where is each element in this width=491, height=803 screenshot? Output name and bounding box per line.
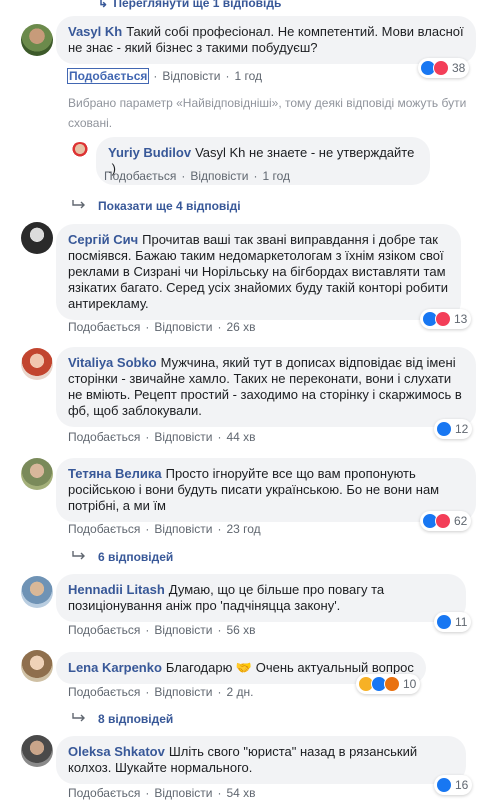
comment-author[interactable]: Yuriy Budilov	[108, 145, 191, 160]
comment-time[interactable]: 23 год	[226, 522, 260, 536]
reactions-badge[interactable]: 38	[418, 58, 470, 78]
view-more-replies-link[interactable]: ↳ Переглянути ще 1 відповідь	[98, 0, 281, 10]
reply-button[interactable]: Відповісти	[154, 786, 212, 800]
comment-bubble: Vitaliya Sobko Мужчина, який тут в дописа…	[56, 347, 476, 427]
comment-actions: Подобається · Відповісти · 2 дн.	[68, 685, 254, 699]
view-replies-link[interactable]: 6 відповідей	[72, 550, 173, 564]
avatar[interactable]	[21, 24, 53, 56]
comment-text: Благодарю 🤝 Очень актуальный вопрос	[165, 660, 414, 675]
show-more-replies-label: Показати ще 4 відповіді	[98, 199, 241, 213]
reactions-badge[interactable]: 12	[434, 419, 473, 439]
comment-text: Такий собі професіонал. Не компетентий. …	[68, 24, 464, 55]
view-replies-label: 8 відповідей	[98, 712, 174, 726]
love-reaction-icon	[435, 311, 451, 327]
comment-actions: Подобається · Відповісти · 26 хв	[68, 320, 256, 334]
view-replies-link[interactable]: 8 відповідей	[72, 712, 173, 726]
comment-bubble: Oleksa Shkatov Шліть свого "юриста" назад…	[56, 736, 466, 784]
reactions-count: 62	[454, 514, 468, 528]
view-replies-label: 6 відповідей	[98, 550, 174, 564]
comment-actions: Подобається · Відповісти · 1 год	[104, 169, 290, 183]
comment-time[interactable]: 26 хв	[226, 320, 255, 334]
reactions-badge[interactable]: 13	[420, 309, 472, 329]
comment-time[interactable]: 56 хв	[226, 623, 255, 637]
reply-button[interactable]: Відповісти	[162, 69, 220, 83]
comment-time[interactable]: 2 дн.	[226, 685, 253, 699]
reply-button[interactable]: Відповісти	[154, 320, 212, 334]
like-reaction-icon	[436, 614, 452, 630]
reactions-badge[interactable]: 16	[434, 775, 473, 795]
avatar[interactable]	[21, 650, 53, 682]
comment-author[interactable]: Lena Karpenko	[68, 660, 162, 675]
like-button[interactable]: Подобається	[68, 320, 140, 334]
comment-author[interactable]: Тетяна Велика	[68, 466, 162, 481]
reactions-count: 12	[455, 422, 469, 436]
comment-actions: Подобається · Відповісти · 54 хв	[68, 786, 256, 800]
avatar[interactable]	[21, 735, 53, 767]
reactions-count: 38	[452, 61, 466, 75]
sorting-notice: Вибрано параметр «Найвідповідніші», тому…	[68, 96, 467, 130]
comment-actions: Подобається · Відповісти · 23 год	[68, 522, 261, 536]
reply-arrow-icon	[72, 712, 86, 722]
show-more-replies-link[interactable]: Показати ще 4 відповіді	[72, 199, 241, 213]
reply-button[interactable]: Відповісти	[154, 685, 212, 699]
reactions-count: 10	[403, 677, 417, 691]
like-button[interactable]: Подобається	[68, 522, 140, 536]
like-reaction-icon	[436, 421, 452, 437]
reactions-count: 13	[454, 312, 468, 326]
comment-bubble: Hennadii Litash Думаю, що це більше про п…	[56, 574, 466, 622]
reactions-badge[interactable]: 10	[356, 674, 421, 694]
comment-author[interactable]: Vitaliya Sobko	[68, 355, 157, 370]
reply-arrow-icon: ↳	[98, 0, 109, 10]
comment-bubble: Тетяна Велика Просто ігноруйте все що вам…	[56, 458, 476, 522]
comment-time[interactable]: 1 год	[262, 169, 290, 183]
avatar[interactable]	[21, 458, 53, 490]
comment-author[interactable]: Сергій Сич	[68, 232, 138, 247]
reply-button[interactable]: Відповісти	[154, 522, 212, 536]
avatar[interactable]	[21, 576, 53, 608]
reply-button[interactable]: Відповісти	[190, 169, 248, 183]
reactions-count: 11	[455, 615, 468, 629]
avatar[interactable]	[70, 142, 90, 162]
love-reaction-icon	[433, 60, 449, 76]
like-button[interactable]: Подобається	[68, 685, 140, 699]
comment-bubble: Сергій Сич Прочитав ваші так звані виправ…	[56, 224, 461, 320]
reply-arrow-icon	[72, 199, 86, 209]
comment-author[interactable]: Oleksa Shkatov	[68, 744, 165, 759]
comment-time[interactable]: 54 хв	[226, 786, 255, 800]
like-reaction-icon	[436, 777, 452, 793]
love-reaction-icon	[435, 513, 451, 529]
comment-time[interactable]: 44 хв	[226, 430, 255, 444]
like-button[interactable]: Подобається	[68, 786, 140, 800]
reply-arrow-icon	[72, 550, 86, 560]
comment-author[interactable]: Vasyl Kh	[68, 24, 122, 39]
view-more-replies-label: Переглянути ще 1 відповідь	[113, 0, 282, 10]
reactions-badge[interactable]: 62	[420, 511, 472, 531]
comment-actions: Подобається · Відповісти · 56 хв	[68, 623, 256, 637]
comment-actions: Подобається · Відповісти · 44 хв	[68, 430, 256, 444]
like-button[interactable]: Подобається	[66, 68, 150, 84]
comment-author[interactable]: Hennadii Litash	[68, 582, 165, 597]
reactions-badge[interactable]: 11	[434, 612, 472, 632]
comment-actions: Подобається · Відповісти · 1 год	[66, 68, 263, 84]
avatar[interactable]	[21, 222, 53, 254]
avatar[interactable]	[21, 348, 53, 380]
like-button[interactable]: Подобається	[68, 623, 140, 637]
comment-bubble: Vasyl Kh Такий собі професіонал. Не компе…	[56, 16, 476, 64]
comment-time[interactable]: 1 год	[234, 69, 262, 83]
angry-reaction-icon	[384, 676, 400, 692]
reply-button[interactable]: Відповісти	[154, 430, 212, 444]
reactions-count: 16	[455, 778, 469, 792]
like-button[interactable]: Подобається	[68, 430, 140, 444]
like-button[interactable]: Подобається	[104, 169, 176, 183]
reply-button[interactable]: Відповісти	[154, 623, 212, 637]
